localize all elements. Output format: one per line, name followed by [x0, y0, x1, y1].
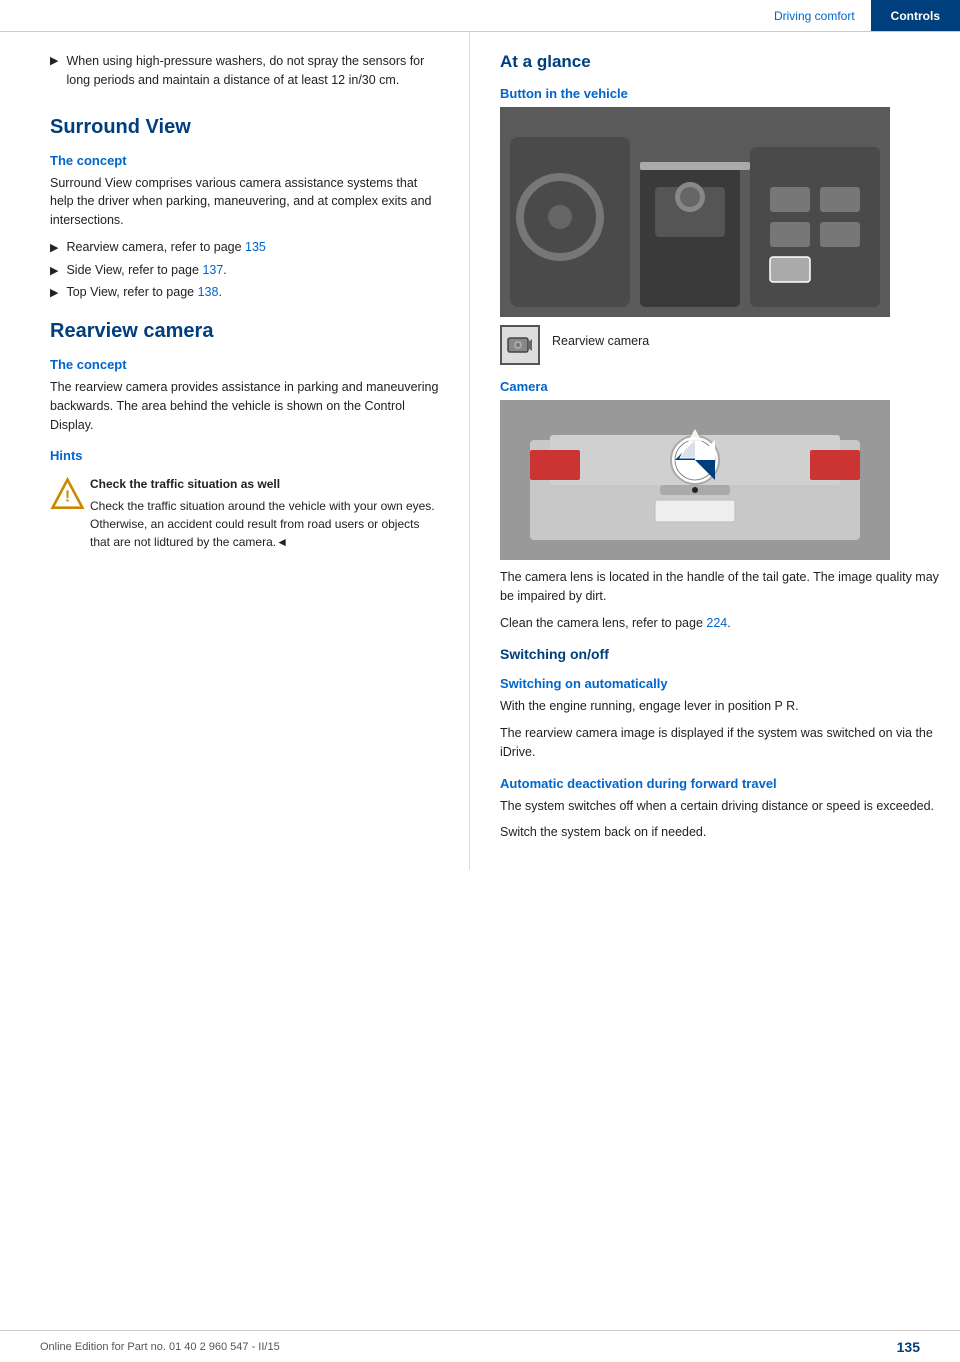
- header-driving-comfort: Driving comfort: [758, 0, 871, 31]
- rearview-camera-title: Rearview camera: [50, 320, 439, 343]
- footer-text: Online Edition for Part no. 01 40 2 960 …: [40, 1341, 280, 1353]
- svg-text:!: !: [65, 489, 70, 506]
- warning-text: Check the traffic situation as well Chec…: [90, 475, 439, 551]
- bullet-arrow: ▶: [50, 54, 58, 67]
- page-number: 135: [897, 1339, 920, 1355]
- camera-desc-1: The camera lens is located in the handle…: [500, 568, 940, 606]
- bullet-topview: ▶ Top View, refer to page 138.: [50, 283, 439, 302]
- surround-view-title: Surround View: [50, 116, 439, 139]
- bullet-rearview: ▶ Rearview camera, refer to page 135: [50, 238, 439, 257]
- bullet-rearview-text: Rearview camera, refer to page 135: [66, 238, 265, 257]
- link-224[interactable]: 224: [706, 616, 727, 630]
- rearview-concept-subtitle: The concept: [50, 357, 439, 372]
- main-content: ▶ When using high-pressure washers, do n…: [0, 32, 960, 870]
- warning-title: Check the traffic situation as well: [90, 475, 439, 493]
- switching-on-auto-text-1: With the engine running, engage lever in…: [500, 697, 940, 716]
- link-137[interactable]: 137: [202, 263, 223, 277]
- bullet-sideview-text: Side View, refer to page 137.: [66, 261, 226, 280]
- page-footer: Online Edition for Part no. 01 40 2 960 …: [0, 1330, 960, 1362]
- button-in-vehicle-subtitle: Button in the vehicle: [500, 86, 940, 101]
- camera-icon-box: [500, 325, 540, 365]
- camera-subtitle: Camera: [500, 379, 940, 394]
- header-controls: Controls: [871, 0, 960, 31]
- surround-view-section: Surround View The concept Surround View …: [50, 116, 439, 303]
- switching-on-auto-subtitle: Switching on automatically: [500, 676, 940, 691]
- bullet-topview-text: Top View, refer to page 138.: [66, 283, 221, 302]
- left-column: ▶ When using high-pressure washers, do n…: [0, 32, 470, 870]
- bullet-arrow-3: ▶: [50, 285, 58, 302]
- surround-view-concept-text: Surround View comprises various camera a…: [50, 174, 439, 230]
- link-138[interactable]: 138: [198, 285, 219, 299]
- vehicle-interior-image: [500, 107, 890, 317]
- warning-box: ! Check the traffic situation as well Ch…: [50, 475, 439, 551]
- rearview-camera-section: Rearview camera The concept The rearview…: [50, 320, 439, 551]
- intro-note: ▶ When using high-pressure washers, do n…: [50, 52, 439, 98]
- bullet-arrow-2: ▶: [50, 263, 58, 280]
- at-a-glance-title: At a glance: [500, 52, 940, 72]
- camera-desc-2: Clean the camera lens, refer to page 224…: [500, 614, 940, 633]
- auto-deactivation-subtitle: Automatic deactivation during forward tr…: [500, 776, 940, 791]
- hints-subtitle: Hints: [50, 448, 439, 463]
- link-135[interactable]: 135: [245, 240, 266, 254]
- warning-icon: !: [50, 477, 80, 507]
- auto-deact-text-2: Switch the system back on if needed.: [500, 823, 940, 842]
- rearview-concept-text: The rearview camera provides assistance …: [50, 378, 439, 434]
- right-column: At a glance Button in the vehicle: [470, 32, 960, 870]
- switching-onoff-title: Switching on/off: [500, 646, 940, 662]
- auto-deact-text-1: The system switches off when a certain d…: [500, 797, 940, 816]
- bullet-arrow-1: ▶: [50, 240, 58, 257]
- rear-car-image: [500, 400, 890, 560]
- page-header: Driving comfort Controls: [0, 0, 960, 32]
- warning-body: Check the traffic situation around the v…: [90, 499, 435, 549]
- surround-view-concept-subtitle: The concept: [50, 153, 439, 168]
- bullet-sideview: ▶ Side View, refer to page 137.: [50, 261, 439, 280]
- rearview-camera-label: Rearview camera: [552, 332, 649, 351]
- rearview-camera-icon-row: Rearview camera: [500, 325, 940, 365]
- intro-note-text: When using high-pressure washers, do not…: [66, 52, 439, 90]
- switching-on-auto-text-2: The rearview camera image is displayed i…: [500, 724, 940, 762]
